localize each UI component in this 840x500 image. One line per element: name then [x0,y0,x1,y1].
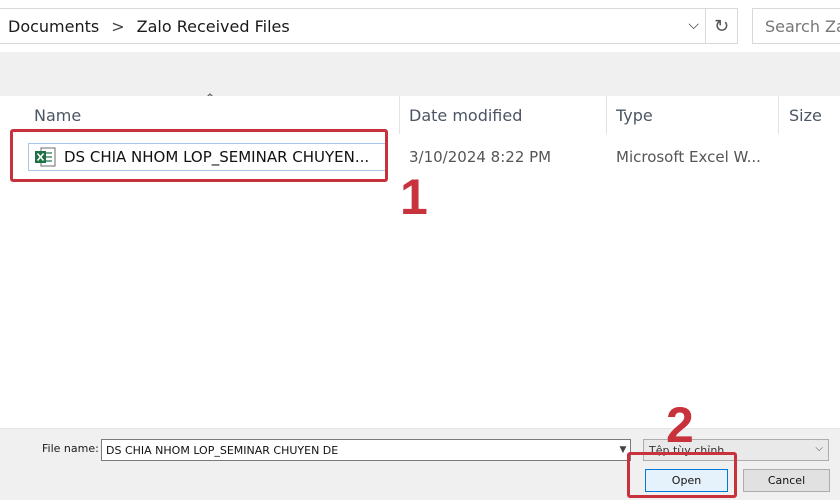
annotation-step-2: 2 [666,397,694,453]
cancel-button[interactable]: Cancel [743,469,830,492]
file-type: Microsoft Excel W... [616,148,761,166]
search-input[interactable]: Search Zalo [752,8,840,44]
breadcrumb-documents[interactable]: Documents [8,17,99,36]
breadcrumb[interactable]: Documents > Zalo Received Files ⌵ [0,8,706,44]
annotation-highlight-open [627,452,737,498]
breadcrumb-zalo-received-files[interactable]: Zalo Received Files [137,17,290,36]
chevron-down-icon: ⌵ [815,443,823,454]
breadcrumb-separator: > [111,16,125,36]
chevron-down-icon[interactable]: ⌵ [688,17,699,33]
annotation-step-1: 1 [400,169,428,225]
column-divider[interactable] [778,96,779,134]
search-placeholder: Search Zalo [765,16,840,36]
column-header-size[interactable]: Size [789,96,822,134]
column-divider[interactable] [399,96,400,134]
address-bar: Documents > Zalo Received Files ⌵ ↻ Sear… [0,0,840,52]
annotation-highlight-file [10,129,388,182]
column-header-type[interactable]: Type [616,96,653,134]
file-name-label: File name: [42,442,99,455]
refresh-icon: ↻ [713,15,730,37]
column-divider[interactable] [606,96,607,134]
refresh-button[interactable]: ↻ [706,8,738,44]
file-name-input[interactable] [101,439,631,461]
file-date-modified: 3/10/2024 8:22 PM [409,148,552,166]
column-header-date-modified[interactable]: Date modified [409,96,522,134]
command-bar [0,52,840,96]
